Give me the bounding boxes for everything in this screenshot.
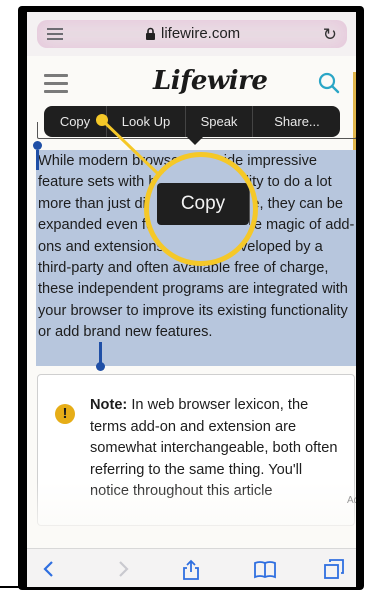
magnifier-callout: ic Copy [144,152,258,266]
text-edit-menu: Copy Look Up Speak Share... [44,106,340,137]
selection-start-bar [36,150,39,170]
lock-icon [146,27,155,40]
warning-icon: ! [55,404,75,424]
search-icon[interactable] [318,72,340,94]
menu-item-look-up[interactable]: Look Up [107,106,186,137]
back-icon[interactable] [37,557,61,581]
address-bar[interactable]: lifewire.com ↻ [37,20,347,48]
forward-icon[interactable] [111,557,135,581]
menu-pointer [187,137,203,145]
url-text[interactable]: lifewire.com [161,25,240,42]
content-fade [27,482,356,542]
share-icon[interactable] [179,557,203,581]
phone-screen: lifewire.com ↻ Lifewire Copy Look Up Spe… [27,12,356,587]
scroll-indicator [353,72,356,152]
site-header: Lifewire [27,60,356,104]
bookmarks-icon[interactable] [253,557,277,581]
magnified-copy-button: Copy [157,183,249,225]
site-logo[interactable]: Lifewire [153,66,268,96]
tabs-icon[interactable] [322,557,346,581]
reload-icon[interactable]: ↻ [323,25,337,45]
menu-item-share[interactable]: Share... [253,106,341,137]
selection-start-handle[interactable] [33,141,42,150]
divider [0,586,30,588]
selection-end-bar [99,342,102,364]
note-label: Note: [90,397,128,413]
selection-end-handle[interactable] [96,362,105,371]
reader-view-icon[interactable] [47,28,63,40]
address-bar-area: lifewire.com ↻ [27,12,356,56]
magnified-divider [249,183,250,225]
callout-dot [96,114,108,126]
menu-item-speak[interactable]: Speak [186,106,253,137]
bottom-toolbar [27,548,356,587]
hamburger-icon[interactable] [44,74,68,93]
ad-label: Ad [347,495,356,506]
magnified-text: ic [153,161,165,178]
